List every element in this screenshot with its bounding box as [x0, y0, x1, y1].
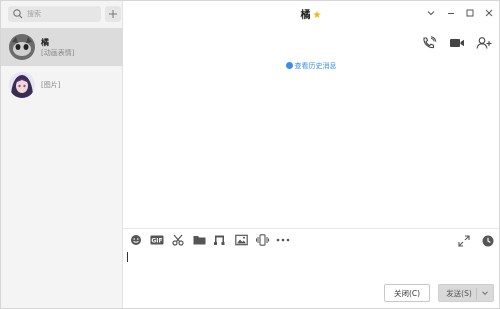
close-window-button[interactable]: [483, 7, 495, 19]
chat-title: 橘 ★: [123, 6, 499, 21]
history-clock-icon: [285, 62, 293, 69]
expand-icon: [458, 235, 470, 247]
avatar: [9, 72, 35, 98]
chat-title-text: 橘: [300, 10, 311, 21]
plus-icon: [109, 10, 117, 18]
conversation-item[interactable]: 橘 [动画表情]: [1, 28, 123, 66]
chevron-down-icon: [427, 11, 435, 16]
video-call-button[interactable]: [449, 35, 465, 49]
shake-button[interactable]: [255, 233, 269, 247]
conversation-name: 橘: [41, 37, 49, 47]
minimize-icon: [448, 13, 454, 14]
clock-icon: [482, 235, 494, 247]
send-divider: [476, 288, 477, 300]
add-user-icon: [476, 37, 492, 49]
svg-text:GIF: GIF: [151, 238, 162, 245]
emoji-button[interactable]: [129, 233, 143, 247]
text-cursor[interactable]: [127, 252, 128, 262]
maximize-button[interactable]: [464, 7, 476, 19]
close-icon: [485, 9, 493, 17]
title-bar: 橘 ★: [123, 1, 499, 25]
search-box[interactable]: [8, 6, 101, 22]
search-icon: [13, 9, 23, 19]
chat-history-button[interactable]: [481, 233, 495, 247]
conversation-preview: [图片]: [41, 81, 61, 89]
close-button-label: 关闭(C): [393, 288, 421, 298]
screenshot-button[interactable]: [171, 233, 185, 247]
history-link[interactable]: 查看历史消息: [123, 61, 499, 71]
file-button[interactable]: [192, 233, 206, 247]
input-toolbar: GIF: [129, 233, 297, 247]
conversation-preview: [动画表情]: [41, 48, 75, 57]
emoji-icon: [131, 235, 141, 245]
phone-icon: [423, 36, 437, 49]
expand-button[interactable]: [457, 233, 471, 247]
add-button[interactable]: [105, 6, 121, 22]
minimize-button[interactable]: [445, 7, 457, 19]
conversation-sidebar: 橘 [动画表情] [图片]: [1, 1, 123, 308]
image-button[interactable]: [234, 233, 248, 247]
input-divider: [123, 228, 499, 229]
gif-button[interactable]: GIF: [150, 233, 164, 247]
send-button[interactable]: 发送(S): [438, 284, 494, 302]
chevron-down-icon[interactable]: [481, 289, 489, 297]
scissors-icon: [172, 234, 184, 246]
image-icon: [234, 234, 248, 246]
voice-call-button[interactable]: [421, 35, 437, 49]
close-button[interactable]: 关闭(C): [384, 284, 430, 302]
chat-window: 橘 [动画表情] [图片] 橘★: [0, 0, 500, 309]
music-icon: [214, 235, 225, 245]
avatar: [9, 34, 35, 60]
maximize-icon: [466, 9, 474, 17]
gif-icon: GIF: [150, 235, 164, 245]
music-button[interactable]: [213, 233, 227, 247]
add-member-button[interactable]: [476, 35, 492, 49]
more-icon: [276, 238, 290, 242]
folder-icon: [193, 236, 205, 245]
video-camera-icon: [450, 39, 464, 47]
send-button-label: 发送(S): [446, 288, 472, 298]
more-button[interactable]: [276, 233, 290, 247]
search-input[interactable]: [27, 10, 97, 18]
conversation-item[interactable]: [图片]: [1, 66, 123, 104]
shake-icon: [255, 234, 269, 246]
star-icon: ★: [312, 10, 322, 21]
dropdown-button[interactable]: [425, 7, 437, 19]
history-link-label: 查看历史消息: [294, 62, 337, 70]
